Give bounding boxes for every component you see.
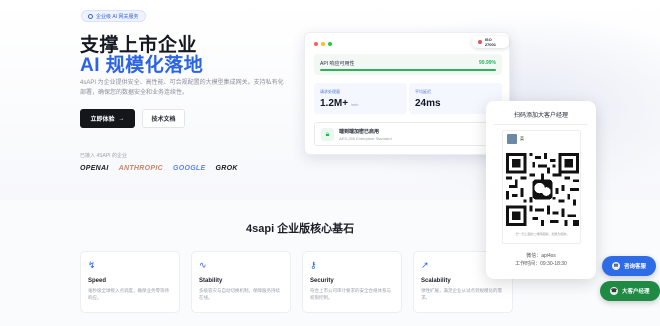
stat-latency-value: 24ms	[415, 98, 441, 109]
feature-name: Speed	[88, 278, 107, 284]
qr-popup-title: 扫码添加大客户经理	[513, 113, 568, 119]
enterprise-manager-label: 大客户经理	[622, 289, 650, 295]
qr-scan-hint: 扫一扫上面的二维码图案，加我为朋友。	[515, 232, 570, 236]
iso-label: ISO 27001	[484, 37, 496, 47]
encryption-subtitle: AES-256 Enterprise Standard	[339, 136, 392, 141]
trend-up-icon: ↗	[421, 260, 429, 270]
lightning-icon: ↯	[88, 260, 96, 270]
pulse-icon: ∿	[199, 260, 207, 270]
shield-icon	[88, 13, 93, 19]
hero-badge-label: 企业级 AI 网关服务	[96, 13, 139, 20]
window-minimize-dot	[321, 42, 325, 46]
partner-logos: OPENAI ANTHROPIC GOOGLE GROK	[80, 165, 238, 172]
feature-text: 毫秒级全球接入点调度，确保业务零等待响应。	[88, 288, 169, 300]
phone-icon: ☎︎	[610, 287, 618, 295]
enterprise-manager-button[interactable]: ☎︎ 大客户经理	[600, 281, 660, 301]
feature-text: 多级容灾与自动切换机制，保障服务持续在线。	[199, 288, 280, 300]
lock-icon: 🔒︎	[321, 128, 334, 141]
iso-badge: ISO 27001	[472, 36, 509, 48]
stat-throughput-value: 1.2M+ /min	[320, 98, 358, 109]
qr-code-icon	[506, 153, 579, 226]
avatar	[507, 134, 517, 144]
availability-value: 99.99%	[479, 60, 496, 66]
arrow-right-icon: →	[118, 115, 125, 122]
hero-badge: 企业级 AI 网关服务	[81, 10, 146, 22]
feature-card-speed: ↯ Speed 毫秒级全球接入点调度，确保业务零等待响应。	[80, 251, 180, 313]
availability-panel: API 响应可用性 99.99%	[314, 54, 502, 75]
docs-button[interactable]: 技术文档	[142, 109, 185, 128]
encryption-panel: 🔒︎ 端到端加密已启用 AES-256 Enterprise Standard	[314, 122, 502, 146]
divider	[494, 124, 588, 125]
dashboard-card: ISO 27001 API 响应可用性 99.99% 请求处理量 1.2M+ /…	[304, 32, 510, 155]
availability-bar-fill	[320, 69, 496, 71]
availability-bar	[320, 69, 496, 71]
feature-name: Security	[310, 278, 334, 284]
feature-name: Stability	[199, 278, 223, 284]
availability-label: API 响应可用性	[320, 61, 355, 67]
partner-grok: GROK	[215, 165, 238, 172]
stat-throughput-label: 请求处理量	[320, 89, 340, 94]
stat-throughput-unit: /min	[350, 102, 359, 107]
status-dot-icon	[478, 40, 482, 44]
contact-name: 菜	[520, 136, 524, 141]
section-title: 4sapi 企业版核心基石	[246, 223, 355, 235]
docs-label: 技术文档	[151, 117, 176, 123]
hero-description: 4sAPI 为企业提供安全、高性能、可合规配置的大模型集成网关。支持私有化部署，…	[80, 80, 284, 96]
feature-name: Scalability	[421, 278, 451, 284]
window-maximize-dot	[328, 42, 332, 46]
partners-label: 已接入 4SAPI 的企业	[80, 153, 127, 159]
consult-support-button[interactable]: ✉︎ 咨询客服	[602, 256, 657, 276]
try-now-label: 立即体验	[90, 117, 115, 123]
encryption-title: 端到端加密已启用	[339, 129, 380, 135]
wechat-card: 菜 扫一扫上面的二维码图案，加我为朋友。	[502, 130, 581, 244]
partner-openai: OPENAI	[80, 165, 109, 172]
qr-contact-info: 微信：api4ss 工作时间：09:30-18:30	[486, 252, 596, 268]
partner-anthropic: ANTHROPIC	[118, 165, 163, 172]
key-icon: ⚷	[310, 260, 317, 270]
feature-text: 弹性扩展，满足企业从试点到规模化的需求。	[421, 288, 502, 300]
feature-card-security: ⚷ Security 符合上市公司审计要求的安全合规体系与权限控制。	[302, 251, 402, 313]
stat-throughput: 请求处理量 1.2M+ /min	[314, 83, 407, 114]
partner-google: GOOGLE	[172, 165, 206, 172]
window-close-dot	[314, 42, 318, 46]
wechat-id: 微信：api4ss	[526, 253, 556, 259]
stat-throughput-number: 1.2M+	[320, 98, 349, 109]
window-controls	[314, 42, 332, 46]
consult-support-label: 咨询客服	[624, 264, 647, 270]
hero-title-line2: AI 规模化落地	[80, 55, 204, 76]
qr-popup: 扫码添加大客户经理 菜 扫一扫上面的二维码图案，加我为朋友。 微信：api4ss…	[486, 101, 596, 279]
feature-card-stability: ∿ Stability 多级容灾与自动切换机制，保障服务持续在线。	[191, 251, 291, 313]
chat-icon: ✉︎	[612, 262, 620, 270]
try-now-button[interactable]: 立即体验 →	[80, 109, 135, 128]
feature-text: 符合上市公司审计要求的安全合规体系与权限控制。	[310, 288, 391, 300]
stat-latency-label: 平均延迟	[415, 89, 431, 94]
working-hours: 工作时间：09:30-18:30	[515, 261, 567, 267]
